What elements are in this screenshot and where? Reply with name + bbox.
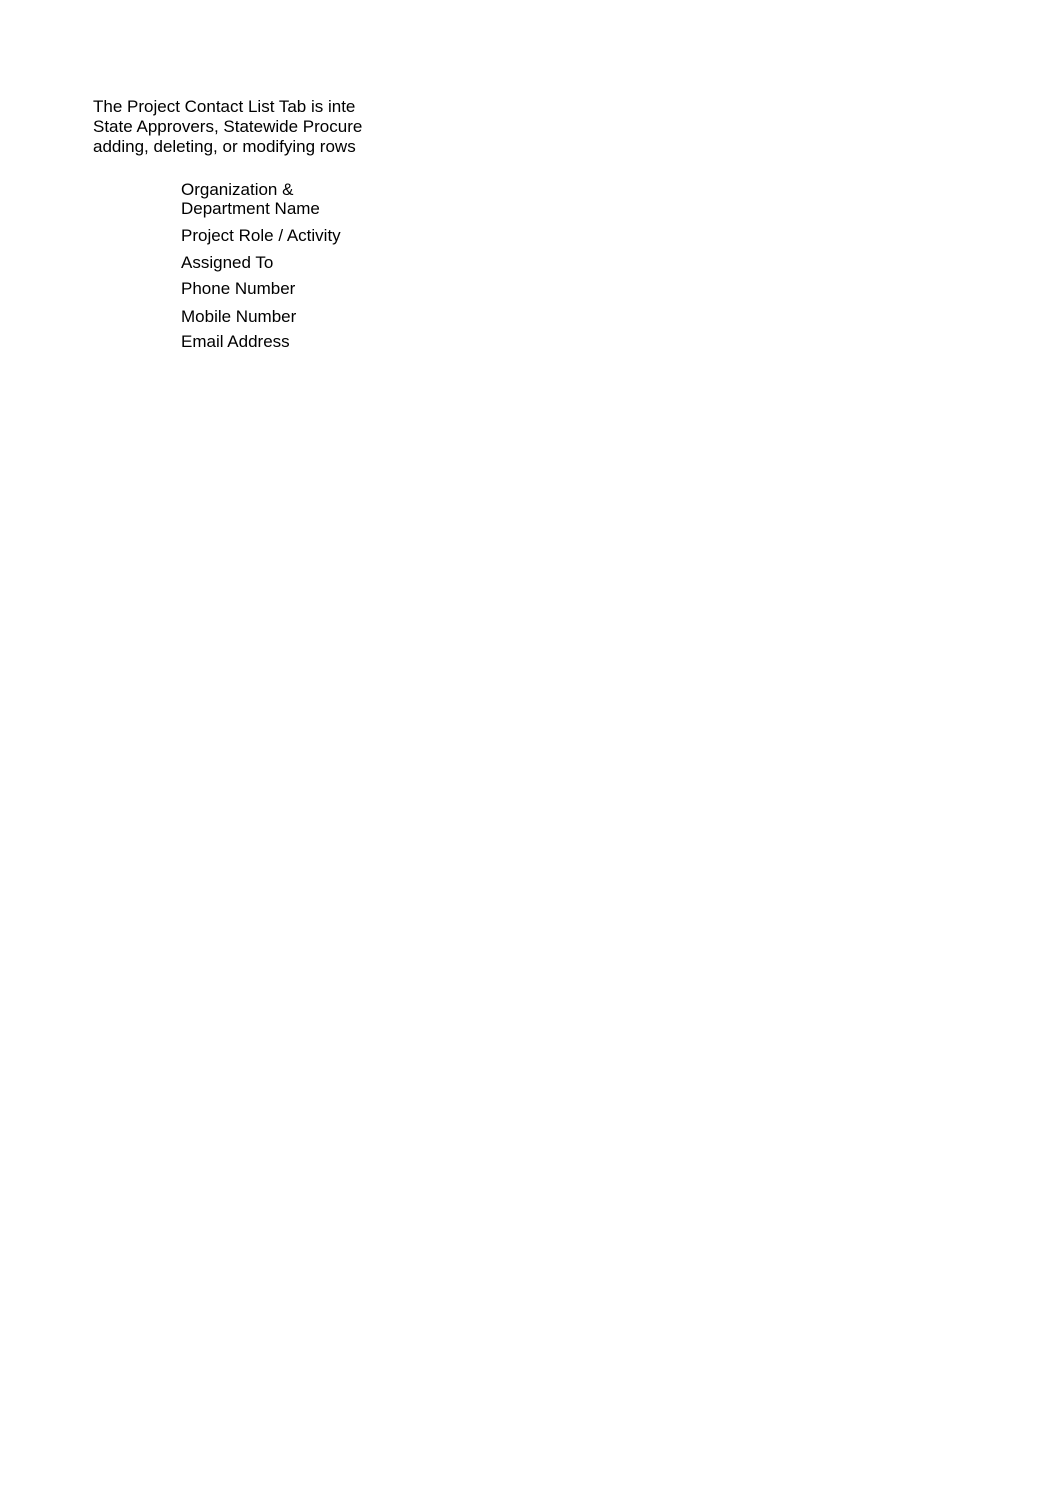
field-label-line: Department Name: [181, 199, 320, 218]
intro-line: State Approvers, Statewide Procure: [93, 117, 363, 136]
field-label-email-address: Email Address: [181, 332, 290, 351]
field-label-line: Email Address: [181, 332, 290, 351]
field-label-assigned-to: Assigned To: [181, 253, 273, 272]
intro-line: The Project Contact List Tab is inte: [93, 97, 356, 116]
intro-line: adding, deleting, or modifying rows: [93, 137, 356, 156]
field-label-line: Project Role / Activity: [181, 226, 341, 245]
field-label-line: Assigned To: [181, 253, 274, 272]
field-label-line: Phone Number: [181, 279, 296, 298]
field-label-line: Organization &: [181, 180, 294, 199]
document-page: The Project Contact List Tab is inte Sta…: [0, 0, 1062, 1506]
field-label-mobile-number: Mobile Number: [181, 307, 296, 326]
field-label-line: Mobile Number: [181, 307, 297, 326]
field-label-project-role: Project Role / Activity: [181, 226, 341, 245]
field-label-organization-department: Organization & Department Name: [181, 180, 320, 218]
intro-paragraph: The Project Contact List Tab is inte Sta…: [93, 97, 379, 157]
field-label-phone-number: Phone Number: [181, 279, 295, 298]
